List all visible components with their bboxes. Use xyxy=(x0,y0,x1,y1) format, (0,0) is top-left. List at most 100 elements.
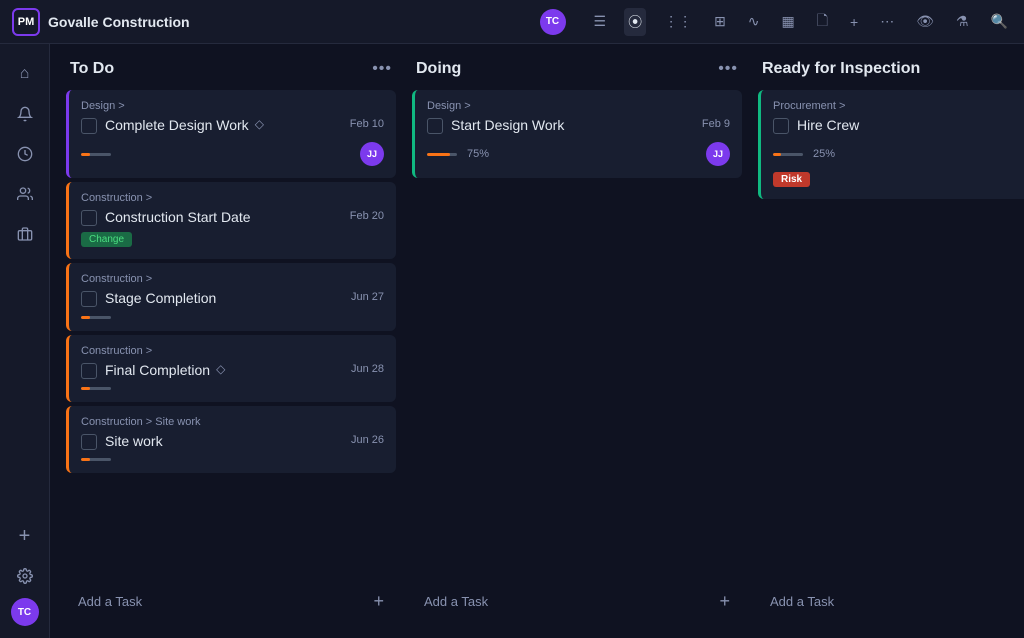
card-date: Jun 28 xyxy=(351,363,384,375)
column-todo-title: To Do xyxy=(70,60,114,78)
card-checkbox[interactable] xyxy=(81,118,97,134)
sidebar-item-briefcase[interactable] xyxy=(7,216,43,252)
card-category: Procurement > xyxy=(773,100,1024,112)
topnav: PM Govalle Construction TC ☰ ⦿ ⋮⋮ ⊞ ∿ ▦ … xyxy=(0,0,1024,44)
card-checkbox[interactable] xyxy=(81,363,97,379)
sidebar-item-home[interactable]: ⌂ xyxy=(7,56,43,92)
card-category: Construction > xyxy=(81,273,384,285)
sidebar-item-notifications[interactable] xyxy=(7,96,43,132)
progress-row: 25% xyxy=(773,148,835,160)
card-title: Hire Crew xyxy=(797,116,1024,134)
sidebar-add-button[interactable]: + xyxy=(7,518,43,554)
column-doing-more[interactable]: ••• xyxy=(718,60,738,78)
column-doing-title: Doing xyxy=(416,60,461,78)
progress-row: 75% xyxy=(427,148,489,160)
topnav-icon-group: ☰ ⦿ ⋮⋮ ⊞ ∿ ▦ 🗋 + ⋯ 👁 ⚗ 🔍 xyxy=(590,6,1013,38)
column-doing-header: Doing ••• xyxy=(412,60,742,78)
card-title: Complete Design Work ◇ xyxy=(105,116,342,134)
board-icon[interactable]: ⦿ xyxy=(624,8,646,36)
card-category: Construction > xyxy=(81,345,384,357)
add-task-label: Add a Task xyxy=(424,594,488,609)
progress-bar xyxy=(81,458,111,461)
list-icon[interactable]: ☰ xyxy=(590,9,611,34)
spreadsheet-icon[interactable]: ⊞ xyxy=(710,9,730,34)
card-category: Design > xyxy=(81,100,384,112)
ready-add-task[interactable]: Add a Task + xyxy=(758,581,1024,622)
ready-cards-list: Procurement > Hire Crew Jan 30 25% xyxy=(758,90,1024,577)
sidebar-user-avatar[interactable]: TC xyxy=(11,598,39,626)
table-icon[interactable]: ⋮⋮ xyxy=(660,9,696,34)
card-category: Construction > xyxy=(81,192,384,204)
sidebar: ⌂ + xyxy=(0,44,50,638)
card-category: Design > xyxy=(427,100,730,112)
column-ready-inspection-title: Ready for Inspection xyxy=(762,60,920,78)
card-checkbox[interactable] xyxy=(81,291,97,307)
card-checkbox[interactable] xyxy=(773,118,789,134)
column-todo-header: To Do ••• xyxy=(66,60,396,78)
sidebar-item-clock[interactable] xyxy=(7,136,43,172)
card-checkbox[interactable] xyxy=(81,210,97,226)
main-layout: ⌂ + xyxy=(0,44,1024,638)
add-task-icon[interactable]: + xyxy=(719,591,730,612)
card-avatar: JJ xyxy=(360,142,384,166)
card-content-row: Construction Start Date Feb 20 xyxy=(81,208,384,226)
card-complete-design[interactable]: Design > Complete Design Work ◇ Feb 10 xyxy=(66,90,396,178)
progress-text: 25% xyxy=(813,148,835,160)
card-date: Jun 27 xyxy=(351,291,384,303)
column-ready-inspection: Ready for Inspection ••• Procurement > H… xyxy=(758,60,1024,622)
todo-add-task[interactable]: Add a Task + xyxy=(66,581,396,622)
card-start-design[interactable]: Design > Start Design Work Feb 9 75% xyxy=(412,90,742,178)
card-footer: 75% JJ xyxy=(427,142,730,166)
card-date: Feb 10 xyxy=(350,118,384,130)
card-title: Site work xyxy=(105,432,343,450)
todo-cards-list: Design > Complete Design Work ◇ Feb 10 xyxy=(66,90,396,577)
user-avatar-nav[interactable]: TC xyxy=(540,9,566,35)
card-badge: Change xyxy=(81,226,384,247)
filter-icon[interactable]: ⚗ xyxy=(952,9,973,34)
add-task-icon[interactable]: + xyxy=(373,591,384,612)
card-content-row: Site work Jun 26 xyxy=(81,432,384,450)
card-title: Start Design Work xyxy=(451,116,694,134)
card-final-completion[interactable]: Construction > Final Completion ◇ Jun 28 xyxy=(66,335,396,402)
add-task-label: Add a Task xyxy=(770,594,834,609)
column-ready-inspection-header: Ready for Inspection ••• xyxy=(758,60,1024,78)
doing-cards-list: Design > Start Design Work Feb 9 75% xyxy=(412,90,742,577)
card-checkbox[interactable] xyxy=(81,434,97,450)
card-footer: 25% SW xyxy=(773,142,1024,166)
sidebar-settings[interactable] xyxy=(7,558,43,594)
progress-bar xyxy=(81,316,111,319)
progress-bar xyxy=(81,387,111,390)
sidebar-item-people[interactable] xyxy=(7,176,43,212)
card-site-work[interactable]: Construction > Site work Site work Jun 2… xyxy=(66,406,396,473)
sidebar-bottom: + TC xyxy=(7,518,43,626)
progress-text: 75% xyxy=(467,148,489,160)
card-construction-start[interactable]: Construction > Construction Start Date F… xyxy=(66,182,396,259)
board: To Do ••• Design > Complete Design Work … xyxy=(50,44,1024,638)
more-options-icon[interactable]: ⋯ xyxy=(876,9,898,34)
calendar-icon[interactable]: ▦ xyxy=(778,9,799,34)
card-stage-completion[interactable]: Construction > Stage Completion Jun 27 xyxy=(66,263,396,330)
card-hire-crew[interactable]: Procurement > Hire Crew Jan 30 25% xyxy=(758,90,1024,199)
column-todo: To Do ••• Design > Complete Design Work … xyxy=(66,60,396,622)
card-date: Jun 26 xyxy=(351,434,384,446)
search-icon[interactable]: 🔍 xyxy=(987,9,1012,34)
column-doing: Doing ••• Design > Start Design Work Feb… xyxy=(412,60,742,622)
project-title: Govalle Construction xyxy=(48,14,532,30)
card-content-row: Start Design Work Feb 9 xyxy=(427,116,730,134)
card-checkbox[interactable] xyxy=(427,118,443,134)
doing-add-task[interactable]: Add a Task + xyxy=(412,581,742,622)
add-view-icon[interactable]: + xyxy=(846,10,862,34)
eye-icon[interactable]: 👁 xyxy=(912,9,938,34)
card-avatar: JJ xyxy=(706,142,730,166)
pulse-icon[interactable]: ∿ xyxy=(744,9,764,34)
diamond-icon: ◇ xyxy=(255,117,264,133)
doc-icon[interactable]: 🗋 xyxy=(813,6,832,38)
app-logo[interactable]: PM xyxy=(12,8,40,36)
card-date: Feb 9 xyxy=(702,118,730,130)
progress-bar xyxy=(427,153,457,156)
card-content-row: Stage Completion Jun 27 xyxy=(81,289,384,307)
card-title: Construction Start Date xyxy=(105,208,342,226)
progress-bar xyxy=(81,153,111,156)
column-todo-more[interactable]: ••• xyxy=(372,60,392,78)
card-date: Feb 20 xyxy=(350,210,384,222)
